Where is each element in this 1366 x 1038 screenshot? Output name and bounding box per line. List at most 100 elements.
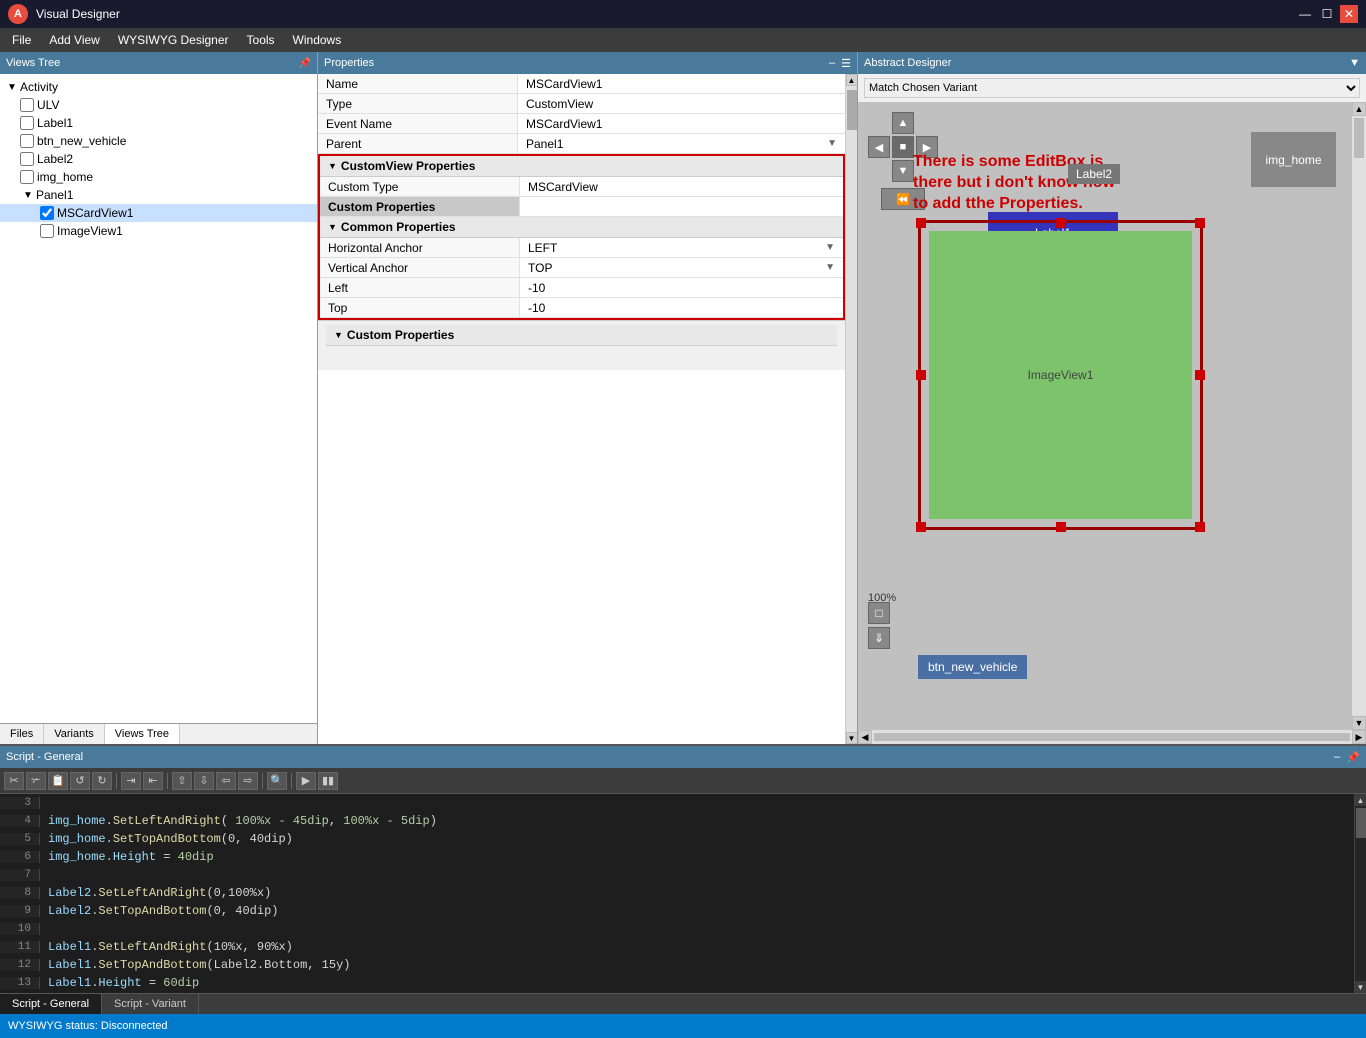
collapse-icon[interactable]: – <box>829 57 835 70</box>
minimize-button[interactable]: — <box>1296 5 1314 23</box>
checkbox-mscardview1[interactable] <box>40 206 54 220</box>
abstract-designer-panel: Abstract Designer ▼ Match Chosen Variant… <box>858 52 1366 744</box>
nav-center-btn[interactable]: ■ <box>892 136 914 158</box>
tab-variants[interactable]: Variants <box>44 724 105 744</box>
parent-dropdown-icon[interactable]: ▼ <box>827 138 837 149</box>
tool-btn-stop[interactable]: ▮▮ <box>318 772 338 790</box>
canvas-v-scrollbar[interactable]: ▲ ▼ <box>1352 102 1366 730</box>
collapse-abstract-icon[interactable]: ▼ <box>1349 57 1360 69</box>
tool-btn-2[interactable]: ✃ <box>26 772 46 790</box>
script-scroll-thumb[interactable] <box>1356 808 1366 838</box>
tab-views-tree[interactable]: Views Tree <box>105 724 180 744</box>
tree-item-btn-new-vehicle[interactable]: btn_new_vehicle <box>0 132 317 150</box>
nav-left-btn[interactable]: ◀ <box>868 136 890 158</box>
tree-item-ulv[interactable]: ULV <box>0 96 317 114</box>
prop-row-custom-properties[interactable]: Custom Properties ⇜ <box>320 197 843 217</box>
tree-item-panel1[interactable]: ▼ Panel1 <box>0 186 317 204</box>
tool-btn-move-down[interactable]: ⇩ <box>194 772 214 790</box>
tree-item-img-home[interactable]: img_home <box>0 168 317 186</box>
tool-btn-search[interactable]: 🔍 <box>267 772 287 790</box>
script-scroll-up[interactable]: ▲ <box>1355 794 1366 806</box>
script-scrollbar[interactable]: ▲ ▼ <box>1354 794 1366 993</box>
handle-bl[interactable] <box>916 522 926 532</box>
tree-item-label1[interactable]: Label1 <box>0 114 317 132</box>
menu-file[interactable]: File <box>4 31 39 49</box>
canvas-v-thumb[interactable] <box>1354 118 1364 158</box>
tool-btn-run[interactable]: ▶ <box>296 772 316 790</box>
tab-script-variant[interactable]: Script - Variant <box>102 994 199 1014</box>
checkbox-label1[interactable] <box>20 116 34 130</box>
pin-icon[interactable]: 📌 <box>299 58 311 69</box>
handle-bm[interactable] <box>1056 522 1066 532</box>
scroll-left-arrow[interactable]: ◀ <box>858 730 872 744</box>
line-code-5: img_home.SetTopAndBottom(0, 40dip) <box>40 832 293 846</box>
properties-scrollbar[interactable]: ▲ ▼ <box>845 74 857 744</box>
checkbox-btn-new-vehicle[interactable] <box>20 134 34 148</box>
horizontal-anchor-dropdown[interactable]: ▼ <box>825 242 835 253</box>
handle-br[interactable] <box>1195 522 1205 532</box>
tool-btn-5[interactable]: ↻ <box>92 772 112 790</box>
handle-tm[interactable] <box>1056 218 1066 228</box>
checkbox-img-home[interactable] <box>20 170 34 184</box>
canvas-h-scrollbar[interactable]: ◀ ▶ <box>858 730 1366 744</box>
tool-btn-move-left[interactable]: ⇦ <box>216 772 236 790</box>
canvas-scroll-up[interactable]: ▲ <box>1352 102 1366 116</box>
collapse-script-icon[interactable]: – <box>1334 751 1340 764</box>
script-scroll-down[interactable]: ▼ <box>1355 981 1366 993</box>
tool-btn-move-right[interactable]: ⇨ <box>238 772 258 790</box>
tree-item-imageview1[interactable]: ImageView1 <box>0 222 317 240</box>
tool-btn-4[interactable]: ↺ <box>70 772 90 790</box>
tab-script-general[interactable]: Script - General <box>0 994 102 1014</box>
checkbox-ulv[interactable] <box>20 98 34 112</box>
app-logo: A <box>8 4 28 24</box>
menu-icon[interactable]: ☰ <box>841 57 851 70</box>
component-label2[interactable]: Label2 <box>1068 164 1120 184</box>
checkbox-imageview1[interactable] <box>40 224 54 238</box>
component-imageview1[interactable]: ImageView1 <box>929 231 1192 519</box>
handle-tl[interactable] <box>916 218 926 228</box>
pin-script-icon[interactable]: 📌 <box>1346 751 1360 764</box>
tool-btn-3[interactable]: 📋 <box>48 772 68 790</box>
close-button[interactable]: ✕ <box>1340 5 1358 23</box>
line-code-8: Label2.SetLeftAndRight(0,100%x) <box>40 886 271 900</box>
maximize-button[interactable]: ☐ <box>1318 5 1336 23</box>
tree-content[interactable]: ▼ Activity ULV Label1 btn_new_vehicle La <box>0 74 317 723</box>
tab-files[interactable]: Files <box>0 724 44 744</box>
tree-item-activity[interactable]: ▼ Activity <box>0 78 317 96</box>
script-content[interactable]: 3 4 img_home.SetLeftAndRight( 100%x - 45… <box>0 794 1354 993</box>
tool-btn-indent[interactable]: ⇥ <box>121 772 141 790</box>
tool-btn-unindent[interactable]: ⇤ <box>143 772 163 790</box>
canvas-scroll-down[interactable]: ▼ <box>1352 716 1366 730</box>
handle-tr[interactable] <box>1195 218 1205 228</box>
checkbox-label2[interactable] <box>20 152 34 166</box>
nav-up-btn[interactable]: ▲ <box>892 112 914 134</box>
menu-tools[interactable]: Tools <box>239 31 283 49</box>
canvas-tool-btns: □ ⇓ <box>868 602 890 649</box>
tree-item-mscardview1[interactable]: MSCardView1 <box>0 204 317 222</box>
nav-down-btn[interactable]: ▼ <box>892 160 914 182</box>
tool-btn-move-up[interactable]: ⇧ <box>172 772 192 790</box>
vertical-anchor-dropdown[interactable]: ▼ <box>825 262 835 273</box>
menu-windows[interactable]: Windows <box>285 31 350 49</box>
fit-icon[interactable]: □ <box>868 602 890 624</box>
expand-activity[interactable]: ▼ <box>4 82 20 93</box>
scroll-right-arrow[interactable]: ▶ <box>1352 730 1366 744</box>
component-panel1[interactable]: ImageView1 <box>918 220 1203 530</box>
tool-btn-1[interactable]: ✂ <box>4 772 24 790</box>
expand-panel1[interactable]: ▼ <box>20 190 36 201</box>
scroll-up-arrow[interactable]: ▲ <box>846 74 858 86</box>
scroll-thumb[interactable] <box>847 90 857 130</box>
download-icon[interactable]: ⇓ <box>868 627 890 649</box>
scroll-down-arrow[interactable]: ▼ <box>846 732 858 744</box>
menu-add-view[interactable]: Add View <box>41 31 107 49</box>
component-img-home[interactable]: img_home <box>1251 132 1336 187</box>
variant-select[interactable]: Match Chosen Variant <box>864 78 1360 98</box>
handle-ml[interactable] <box>916 370 926 380</box>
handle-mr[interactable] <box>1195 370 1205 380</box>
section-arrow-customview[interactable]: ▼ <box>328 161 337 171</box>
tree-item-label2[interactable]: Label2 <box>0 150 317 168</box>
section-arrow-common[interactable]: ▼ <box>328 222 337 232</box>
section-arrow-custom-props-bottom[interactable]: ▼ <box>334 330 343 340</box>
menu-wysiwyg[interactable]: WYSIWYG Designer <box>110 31 237 49</box>
component-btn-new-vehicle[interactable]: btn_new_vehicle <box>918 655 1027 679</box>
